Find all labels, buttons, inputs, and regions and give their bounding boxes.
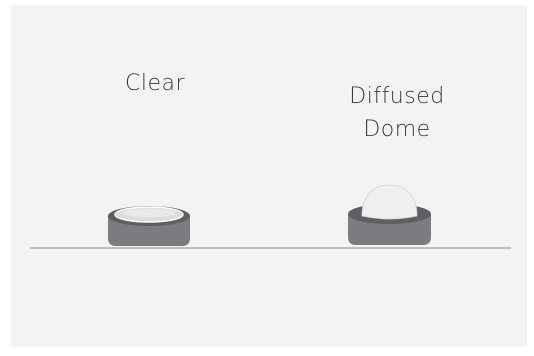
- diffused-dome-cap: [361, 184, 418, 220]
- clear-lens-highlight: [123, 208, 175, 218]
- diffused-dome-light-fixture: [348, 184, 431, 245]
- lens-comparison-diagram: [30, 184, 511, 249]
- clear-light-fixture: [108, 206, 190, 246]
